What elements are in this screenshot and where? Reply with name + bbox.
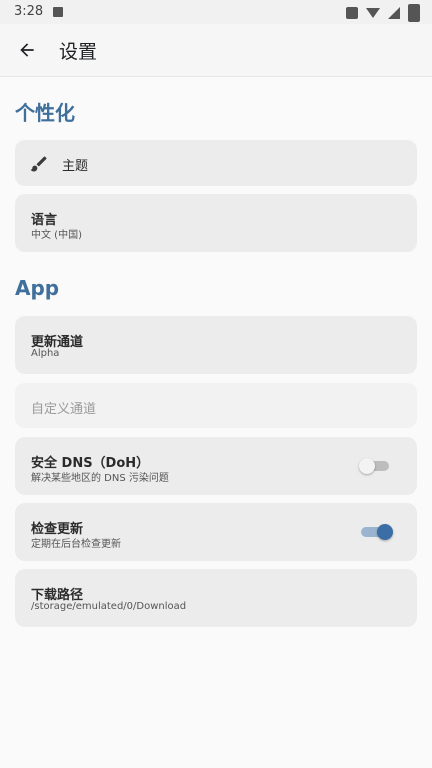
section-header-personalization: 个性化 [15,101,75,125]
custom-channel-title: 自定义通道 [31,402,97,417]
status-icons [346,4,420,22]
language-setting[interactable]: 语言 中文 (中国) [15,194,417,252]
secure-dns-toggle[interactable] [359,458,391,474]
notification-icon [53,7,63,17]
check-update-description: 定期在后台检查更新 [31,539,121,550]
update-channel-value: Alpha [31,348,60,359]
toggle-thumb [359,458,375,474]
download-path-setting[interactable]: 下载路径 /storage/emulated/0/Download [15,569,417,627]
page-title: 设置 [59,40,98,63]
paint-brush-icon [30,156,47,172]
download-path-value: /storage/emulated/0/Download [31,601,187,612]
theme-title: 主题 [62,159,89,174]
signal-icon [388,7,400,19]
language-value: 中文 (中国) [31,230,82,241]
theme-setting[interactable]: 主题 [15,140,417,186]
update-channel-setting[interactable]: 更新通道 Alpha [15,316,417,374]
wifi-icon [366,8,380,18]
arrow-back-icon [20,43,34,57]
custom-channel-setting: 自定义通道 [15,383,417,428]
section-header-app: App [15,276,60,300]
battery-icon [408,4,420,22]
toggle-thumb [377,524,393,540]
vibrate-icon [346,7,358,19]
back-button[interactable] [1,24,53,76]
check-update-toggle[interactable] [359,524,393,540]
status-bar: 3:28 [0,0,432,24]
app-bar: 设置 [0,24,432,77]
status-time: 3:28 [14,4,44,19]
check-update-setting[interactable]: 检查更新 定期在后台检查更新 [15,503,417,561]
secure-dns-description: 解决某些地区的 DNS 污染问题 [31,473,169,484]
secure-dns-setting[interactable]: 安全 DNS（DoH） 解决某些地区的 DNS 污染问题 [15,437,417,495]
